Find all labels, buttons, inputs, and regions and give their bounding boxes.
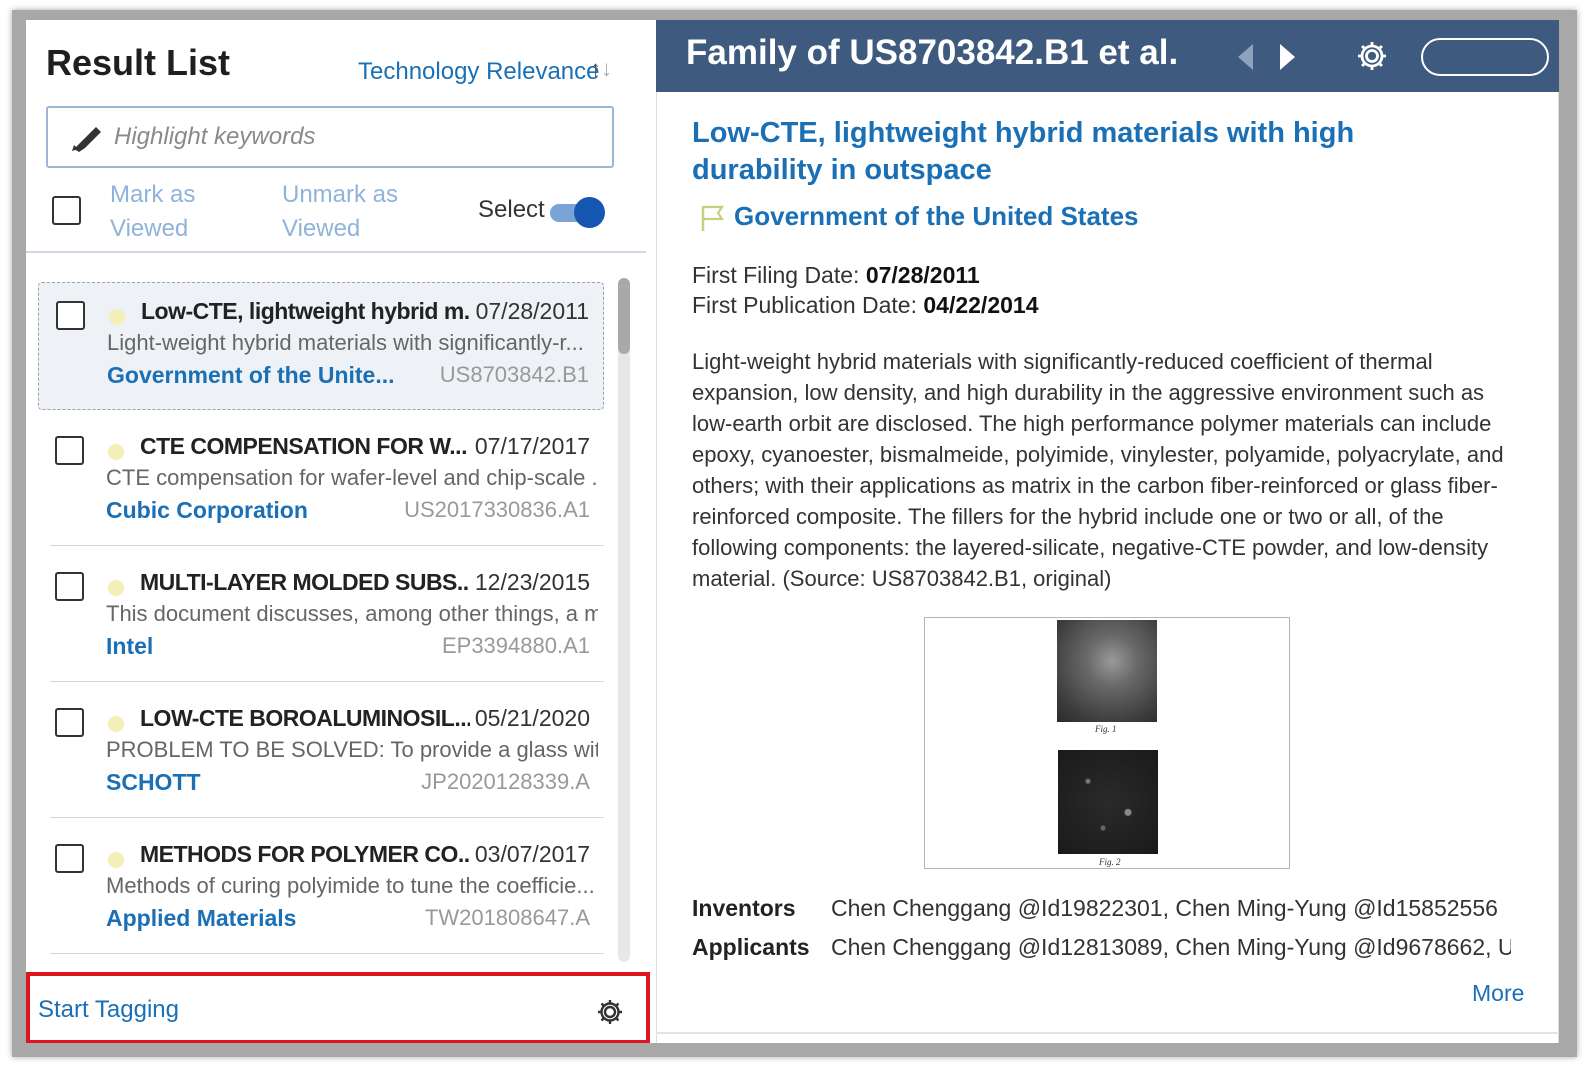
- first-filing-date-row: First Filing Date: 07/28/2011: [692, 262, 980, 289]
- sort-by-link[interactable]: Technology Relevance: [358, 58, 600, 86]
- previous-arrow-icon[interactable]: [1238, 44, 1253, 70]
- start-tagging-button[interactable]: Start Tagging: [38, 996, 179, 1024]
- select-label: Select: [478, 196, 545, 223]
- result-snippet: Methods of curing polyimide to tune the …: [106, 873, 595, 898]
- header-settings-gear-icon[interactable]: [1356, 40, 1388, 72]
- result-patent-number: EP3394880.A1: [441, 633, 590, 658]
- applicants-value: Chen Chenggang @Id12813089, Chen Ming-Yu…: [831, 934, 1511, 960]
- applicant-link[interactable]: Government of the United States: [734, 201, 1139, 232]
- patent-figure[interactable]: Fig. 1 Fig. 2: [924, 617, 1290, 869]
- inventors-label: Inventors: [692, 895, 796, 921]
- app-window: Result List Technology Relevance ↑↓ Mark…: [26, 20, 1559, 1043]
- first-filing-value: 07/28/2011: [865, 262, 980, 288]
- status-dot-icon: [108, 716, 124, 732]
- result-date: 12/23/2015: [474, 569, 590, 595]
- toggle-knob: [574, 197, 605, 228]
- figure-2-caption: Fig. 2: [1099, 857, 1121, 867]
- first-publication-value: 04/22/2014: [923, 292, 1039, 318]
- result-date: 07/17/2017: [474, 433, 590, 459]
- sort-direction-icon[interactable]: ↑↓: [590, 56, 612, 82]
- result-title: LOW-CTE BOROALUMINOSIL...: [140, 705, 470, 731]
- pen-icon: [72, 127, 101, 152]
- result-title: METHODS FOR POLYMER CO...: [140, 841, 470, 867]
- window-frame: Result List Technology Relevance ↑↓ Mark…: [12, 10, 1577, 1057]
- result-patent-number: US2017330836.A1: [404, 497, 590, 522]
- result-checkbox[interactable]: [55, 572, 84, 601]
- result-list-scrollbar[interactable]: [618, 278, 630, 962]
- detail-header: Family of US8703842.B1 et al.: [656, 20, 1559, 92]
- document-detail-panel: Family of US8703842.B1 et al. Low-CTE, l…: [656, 20, 1559, 1043]
- item-separator: [50, 817, 604, 818]
- status-dot-icon: [108, 852, 124, 868]
- first-publication-label: First Publication Date:: [692, 292, 917, 318]
- result-checkbox[interactable]: [56, 301, 85, 330]
- result-date: 07/28/2011: [475, 298, 589, 324]
- abstract-text: Light-weight hybrid materials with signi…: [692, 349, 1504, 591]
- result-checkbox[interactable]: [55, 436, 84, 465]
- item-separator: [50, 545, 604, 546]
- result-patent-number: TW201808647.A: [424, 905, 590, 930]
- result-snippet: Light-weight hybrid materials with signi…: [107, 330, 584, 355]
- highlight-keywords-field[interactable]: [46, 106, 614, 168]
- first-publication-date-row: First Publication Date: 04/22/2014: [692, 292, 1039, 319]
- result-snippet: This document discusses, among other thi…: [106, 601, 598, 626]
- toolbar-divider: [26, 251, 646, 253]
- result-org[interactable]: Intel: [106, 633, 406, 660]
- result-patent-number: JP2020128339.A: [421, 769, 590, 794]
- select-toggle[interactable]: [550, 197, 605, 228]
- result-item[interactable]: MULTI-LAYER MOLDED SUBS... 12/23/2015 Th…: [38, 554, 604, 682]
- bottom-divider: [656, 1032, 1559, 1034]
- result-item[interactable]: METHODS FOR POLYMER CO... 03/07/2017 Met…: [38, 826, 604, 954]
- family-title: Family of US8703842.B1 et al.: [686, 33, 1179, 72]
- header-pill-button[interactable]: [1421, 38, 1549, 76]
- more-link[interactable]: More: [1472, 980, 1524, 1007]
- result-org[interactable]: SCHOTT: [106, 769, 406, 796]
- status-dot-icon: [108, 580, 124, 596]
- status-dot-icon: [109, 309, 125, 325]
- figure-1-image: [1057, 620, 1157, 722]
- inventors-value: Chen Chenggang @Id19822301, Chen Ming-Yu…: [831, 895, 1498, 921]
- result-title: MULTI-LAYER MOLDED SUBS...: [140, 569, 470, 595]
- result-org[interactable]: Government of the Unite...: [107, 362, 407, 389]
- tagging-settings-gear-icon[interactable]: [596, 998, 624, 1026]
- result-snippet: PROBLEM TO BE SOLVED: To provide a glass…: [106, 737, 598, 762]
- result-item[interactable]: Low-CTE, lightweight hybrid m... 07/28/2…: [38, 282, 604, 410]
- result-date: 03/07/2017: [474, 841, 590, 867]
- tagging-bar: Start Tagging: [26, 972, 650, 1043]
- result-org[interactable]: Applied Materials: [106, 905, 406, 932]
- result-snippet: CTE compensation for wafer-level and chi…: [106, 465, 598, 490]
- select-all-checkbox[interactable]: [52, 196, 81, 225]
- document-title[interactable]: Low-CTE, lightweight hybrid materials wi…: [692, 115, 1492, 189]
- result-checkbox[interactable]: [55, 708, 84, 737]
- figure-1-caption: Fig. 1: [1095, 724, 1117, 734]
- result-org[interactable]: Cubic Corporation: [106, 497, 406, 524]
- result-date: 05/21/2020: [474, 705, 590, 731]
- status-dot-icon: [108, 444, 124, 460]
- result-list-panel: Result List Technology Relevance ↑↓ Mark…: [26, 20, 656, 1043]
- result-item[interactable]: CTE COMPENSATION FOR W... 07/17/2017 CTE…: [38, 418, 604, 546]
- result-checkbox[interactable]: [55, 844, 84, 873]
- item-separator: [50, 953, 604, 954]
- first-filing-label: First Filing Date:: [692, 262, 860, 288]
- result-patent-number: US8703842.B1: [439, 362, 589, 387]
- applicants-label: Applicants: [692, 934, 810, 960]
- result-list-title: Result List: [46, 42, 231, 83]
- unmark-as-viewed-button[interactable]: Unmark as Viewed: [282, 178, 422, 246]
- mark-as-viewed-button[interactable]: Mark as Viewed: [110, 178, 230, 246]
- figure-2-image: [1058, 750, 1158, 854]
- result-title: Low-CTE, lightweight hybrid m...: [141, 298, 471, 324]
- highlight-keywords-input[interactable]: [114, 118, 594, 156]
- result-list: Low-CTE, lightweight hybrid m... 07/28/2…: [26, 278, 626, 968]
- result-title: CTE COMPENSATION FOR W...: [140, 433, 467, 459]
- scrollbar-thumb[interactable]: [618, 278, 630, 354]
- next-arrow-icon[interactable]: [1280, 44, 1295, 70]
- flag-icon: [701, 205, 725, 231]
- item-separator: [50, 681, 604, 682]
- result-item[interactable]: LOW-CTE BOROALUMINOSIL... 05/21/2020 PRO…: [38, 690, 604, 818]
